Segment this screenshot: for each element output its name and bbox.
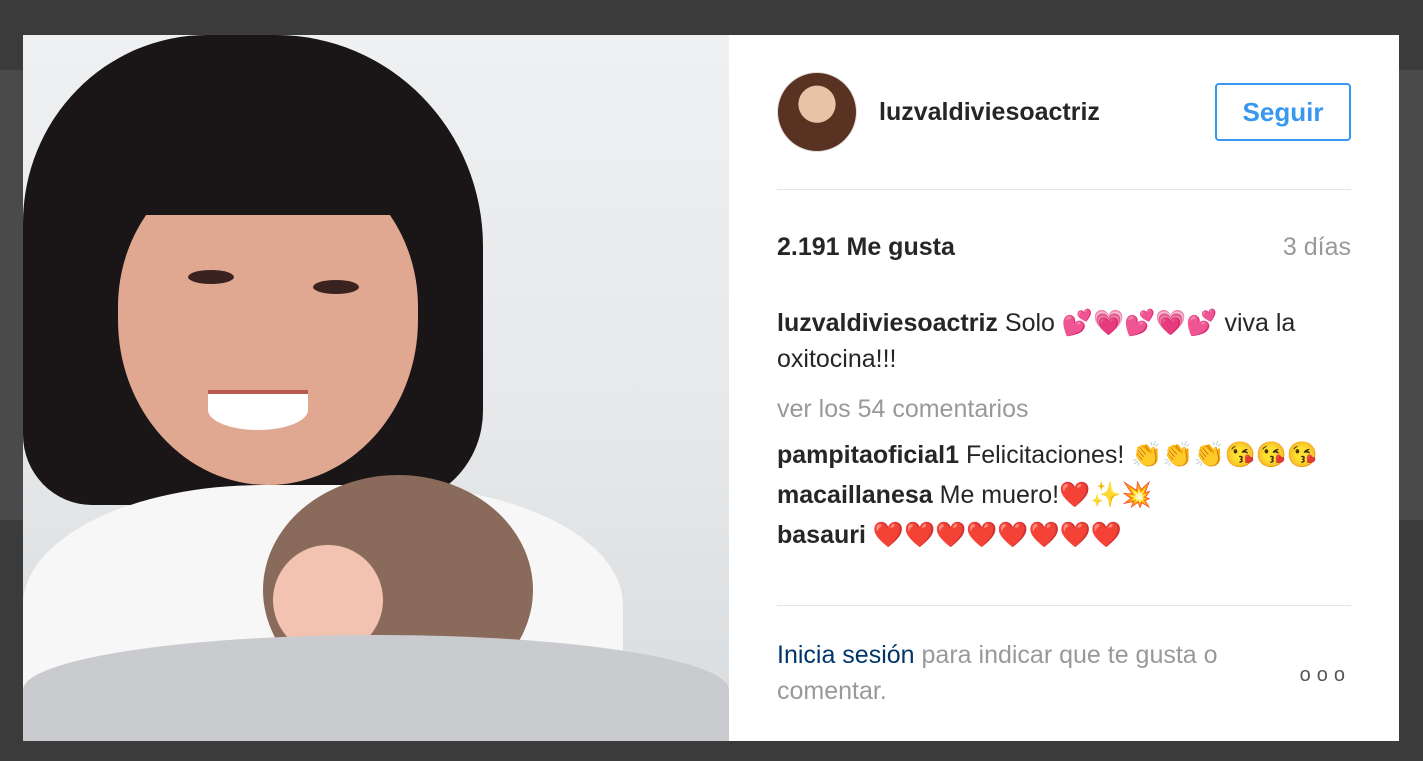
author-username[interactable]: luzvaldiviesoactriz — [879, 98, 1100, 127]
follow-button[interactable]: Seguir — [1215, 83, 1351, 141]
list-item: macaillanesa Me muero!❤️✨💥 — [777, 477, 1351, 513]
photo-bangs — [118, 125, 418, 215]
post-footer: Inicia sesión para indicar que te gusta … — [777, 637, 1351, 709]
comment-text: Me muero!❤️✨💥 — [939, 481, 1153, 509]
post-photo — [23, 35, 729, 741]
footer-divider — [777, 605, 1351, 606]
photo-mouth — [208, 390, 308, 430]
post-age[interactable]: 3 días — [1283, 233, 1351, 262]
more-options-icon[interactable]: ooo — [1300, 657, 1351, 693]
comment-text: Felicitaciones! 👏👏👏😘😘😘 — [965, 441, 1319, 469]
caption-username[interactable]: luzvaldiviesoactriz — [777, 309, 998, 337]
background-thumbnail — [0, 70, 23, 520]
list-item: pampitaoficial1 Felicitaciones! 👏👏👏😘😘😘 — [777, 437, 1351, 473]
likes-count[interactable]: 2.191 Me gusta — [777, 233, 955, 262]
post-sidebar: luzvaldiviesoactriz Seguir 2.191 Me gust… — [729, 35, 1399, 741]
photo-eye — [188, 270, 234, 284]
avatar[interactable] — [777, 72, 857, 152]
comment-username[interactable]: pampitaoficial1 — [777, 441, 959, 469]
post-modal: luzvaldiviesoactriz Seguir 2.191 Me gust… — [23, 35, 1399, 741]
header-divider — [777, 189, 1351, 190]
comment-username[interactable]: basauri — [777, 521, 866, 549]
view-all-comments-link[interactable]: ver los 54 comentarios — [777, 391, 1351, 427]
login-link[interactable]: Inicia sesión — [777, 641, 915, 669]
photo-wrap — [23, 635, 729, 741]
background-thumbnail — [1399, 70, 1423, 520]
likes-row: 2.191 Me gusta 3 días — [777, 233, 1351, 262]
caption: luzvaldiviesoactriz Solo 💕💗💕💗💕 viva la o… — [777, 305, 1351, 377]
post-header: luzvaldiviesoactriz Seguir — [777, 72, 1351, 152]
comment-username[interactable]: macaillanesa — [777, 481, 933, 509]
photo-eye — [313, 280, 359, 294]
comments-list[interactable]: luzvaldiviesoactriz Solo 💕💗💕💗💕 viva la o… — [777, 305, 1351, 605]
comment-text: ❤️❤️❤️❤️❤️❤️❤️❤️ — [872, 521, 1122, 549]
list-item: basauri ❤️❤️❤️❤️❤️❤️❤️❤️ — [777, 517, 1351, 553]
login-prompt: Inicia sesión para indicar que te gusta … — [777, 637, 1277, 709]
